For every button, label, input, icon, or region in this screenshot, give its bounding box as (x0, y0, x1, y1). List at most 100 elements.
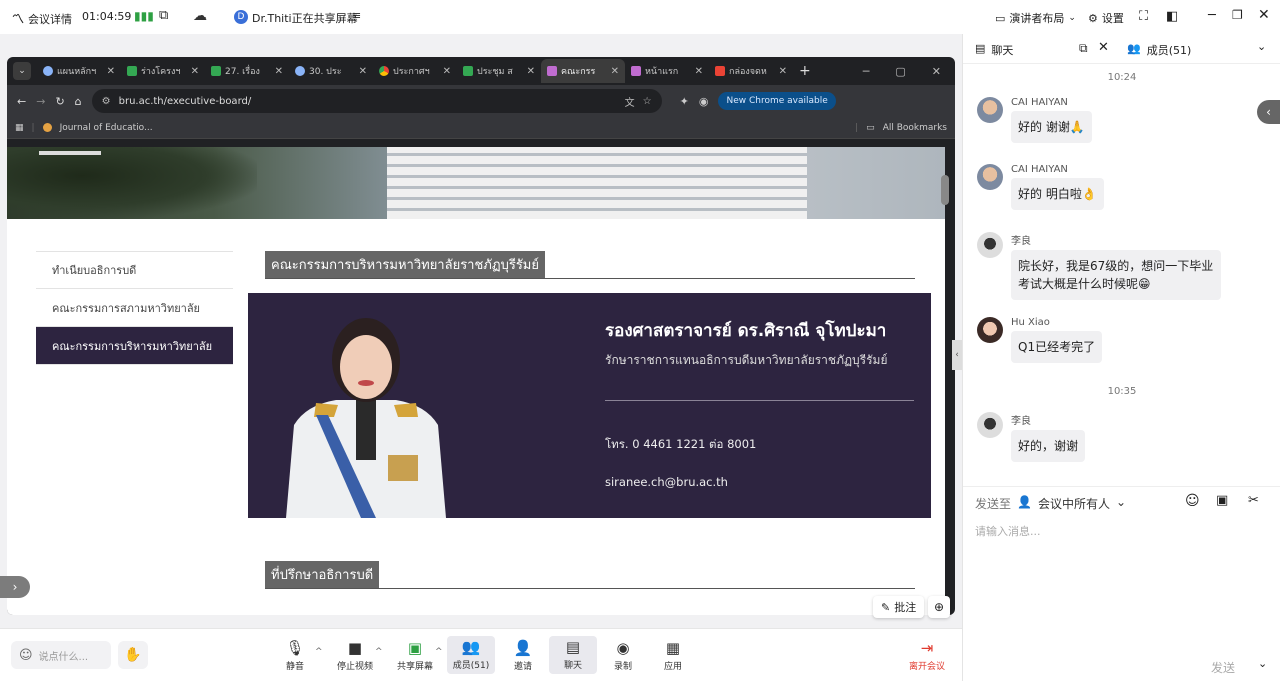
cloud-icon[interactable]: ☁ (193, 8, 207, 24)
menu-item-university-council[interactable]: คณะกรรมการสภามหาวิทยาลัย (36, 289, 233, 327)
members-icon: 👥 (461, 638, 481, 656)
apps-grid-icon[interactable]: ▦ (15, 123, 24, 133)
browser-tab[interactable]: กล่องจดห ✕ (709, 59, 793, 83)
new-tab-icon[interactable]: + (799, 63, 811, 79)
tab-close-icon[interactable]: ✕ (107, 66, 115, 77)
sidebar-toggle-icon[interactable]: ◧ (1166, 9, 1178, 24)
address-bar[interactable]: ⚙ bru.ac.th/executive-board/ 文 ☆ (91, 89, 662, 113)
restore-icon[interactable]: ❐ (1232, 8, 1243, 22)
folder-icon: ▭ (866, 122, 875, 133)
tab-close-icon[interactable]: ✕ (443, 66, 451, 77)
say-something-input[interactable]: ☺ 说点什么... (11, 641, 111, 669)
browser-tab[interactable]: หน้าแรก ✕ (625, 59, 709, 83)
close-icon[interactable]: ✕ (1258, 7, 1270, 23)
browser-tab[interactable]: 30. ประ ✕ (289, 59, 373, 83)
tab-close-icon[interactable]: ✕ (611, 66, 619, 77)
forward-icon[interactable]: → (36, 95, 45, 108)
timestamp: 10:24 (1107, 72, 1137, 83)
tab-close-icon[interactable]: ✕ (191, 66, 199, 77)
browser-tab-strip: ⌄ แผนหลักฯ ✕ ร่างโครงฯ ✕ 27. เรื่อง ✕ 30. ป… (7, 57, 955, 85)
message-input[interactable]: 请输入消息... (975, 523, 1265, 543)
card-divider (605, 400, 914, 401)
browser-close-icon[interactable]: ✕ (932, 65, 941, 78)
back-icon[interactable]: ← (17, 95, 26, 108)
chevron-up-icon[interactable]: ^ (435, 647, 443, 657)
tab-close-icon[interactable]: ✕ (695, 66, 703, 77)
raise-hand-icon[interactable]: ✋ (118, 641, 148, 669)
layout-button[interactable]: ▭ 演讲者布局 ⌄ (995, 10, 1076, 26)
mute-button[interactable]: 🎙 静音 (271, 637, 319, 672)
camera-icon: ■ (347, 639, 363, 657)
signal-icon[interactable]: ▮▮▮ (134, 9, 154, 23)
zoom-in-icon[interactable]: ⊕ (928, 596, 950, 618)
tab-chat[interactable]: ▤ 聊天 (975, 42, 1013, 58)
home-icon[interactable]: ⌂ (75, 95, 82, 108)
tab-close-icon[interactable]: ✕ (527, 66, 535, 77)
browser-minimize-icon[interactable]: ─ (863, 65, 870, 78)
annotate-button[interactable]: ✎ 批注 (873, 596, 925, 618)
chevron-up-icon[interactable]: ^ (375, 647, 383, 657)
file-icon[interactable]: ▣ (1216, 493, 1228, 508)
minimize-icon[interactable]: ─ (1208, 8, 1216, 23)
settings-button[interactable]: ⚙ 设置 (1088, 10, 1124, 26)
tab-close-icon[interactable]: ✕ (275, 66, 283, 77)
menu-item-president-directory[interactable]: ทำเนียบอธิการบดี (36, 251, 233, 289)
chat-compose-area: 发送至 👤 会议中所有人 ⌄ ☺ ▣ ✂ 请输入消息... 发送 ⌄ (963, 486, 1280, 681)
collapse-panel-icon[interactable]: ‹ (952, 340, 962, 370)
fullscreen-icon[interactable]: ⛶ (1139, 9, 1148, 24)
browser-tab[interactable]: ประกาศฯ ✕ (373, 59, 457, 83)
emoji-icon[interactable]: ☺ (1185, 493, 1200, 509)
apps-button[interactable]: ▦ 应用 (649, 637, 697, 672)
invite-button[interactable]: 👤 邀请 (499, 637, 547, 672)
send-to-selector[interactable]: 发送至 👤 会议中所有人 ⌄ (975, 495, 1126, 512)
browser-tab[interactable]: 27. เรื่อง ✕ (205, 59, 289, 83)
close-chat-icon[interactable]: ✕ (1098, 40, 1109, 55)
collapse-chat-icon[interactable]: ‹ (1257, 100, 1280, 124)
stop-video-button[interactable]: ■ 停止视频 (331, 637, 379, 672)
star-icon[interactable]: ☆ (643, 96, 652, 107)
members-button[interactable]: 👥 成员(51) (447, 636, 495, 674)
tab-members[interactable]: 👥 成员(51) (1127, 42, 1191, 58)
executive-name: รองศาสตราจารย์ ดร.ศิราณี จุโทปะมา (605, 321, 887, 341)
chat-panel: ▤ 聊天 ⧉ ✕ 👥 成员(51) ⌄ 10:24 CAI HAIYAN 好的 … (962, 34, 1280, 681)
screenshot-icon[interactable]: ✂ (1248, 493, 1259, 508)
browser-tab-active[interactable]: คณะกรร ✕ (541, 59, 625, 83)
chat-button[interactable]: ▤ 聊天 (549, 636, 597, 674)
avatar (977, 232, 1003, 258)
chevron-up-icon[interactable]: ^ (315, 647, 323, 657)
all-bookmarks[interactable]: All Bookmarks (883, 123, 947, 133)
leave-meeting-button[interactable]: ⇥ 离开会议 (903, 637, 951, 672)
share-screen-button[interactable]: ▣ 共享屏幕 (391, 637, 439, 672)
chevron-down-icon[interactable]: ⌄ (1258, 657, 1267, 670)
menu-item-executive-board[interactable]: คณะกรรมการบริหารมหาวิทยาลัย (36, 327, 233, 365)
tab-close-icon[interactable]: ✕ (359, 66, 367, 77)
expand-left-icon[interactable]: › (0, 576, 30, 598)
send-button[interactable]: 发送 (1211, 659, 1235, 676)
browser-maximize-icon[interactable]: ▢ (895, 65, 905, 78)
section-heading: คณะกรรมการบริหารมหาวิทยาลัยราชภัฏบุรีรัม… (265, 251, 915, 279)
share-out-icon[interactable]: ⧉ (159, 8, 168, 23)
extensions-icon[interactable]: ✦ (680, 95, 689, 108)
executive-email[interactable]: siranee.ch@bru.ac.th (605, 475, 728, 489)
browser-tab[interactable]: ประชุม ส ✕ (457, 59, 541, 83)
bookmark-journal[interactable]: Journal of Educatio... (60, 123, 153, 133)
drive-icon (463, 66, 473, 76)
meeting-info-button[interactable]: 〽 会议详情 (12, 10, 72, 27)
menu-lines-icon[interactable]: ≡ (352, 9, 361, 22)
tab-search-icon[interactable]: ⌄ (13, 62, 31, 80)
scrollbar-thumb[interactable] (941, 175, 949, 205)
meeting-top-bar: 〽 会议详情 01:04:59 ▮▮▮ ⧉ ☁ D Dr.Thiti正在共享屏幕… (0, 0, 1280, 34)
translate-icon[interactable]: 文 (625, 94, 635, 109)
popout-icon[interactable]: ⧉ (1079, 41, 1088, 56)
browser-tab[interactable]: ร่างโครงฯ ✕ (121, 59, 205, 83)
tab-close-icon[interactable]: ✕ (779, 66, 787, 77)
site-info-icon[interactable]: ⚙ (102, 96, 111, 107)
person-icon: 👤 (1017, 495, 1032, 509)
new-chrome-button[interactable]: New Chrome available (718, 92, 836, 110)
reload-icon[interactable]: ↻ (55, 95, 64, 108)
chevron-down-icon[interactable]: ⌄ (1257, 40, 1266, 53)
browser-tab[interactable]: แผนหลักฯ ✕ (37, 59, 121, 83)
executive-role: รักษาราชการแทนอธิการบดีมหาวิทยาลัยราชภัฏ… (605, 353, 888, 367)
profile-icon[interactable]: ◉ (699, 95, 709, 108)
record-button[interactable]: ◉ 录制 (599, 637, 647, 672)
